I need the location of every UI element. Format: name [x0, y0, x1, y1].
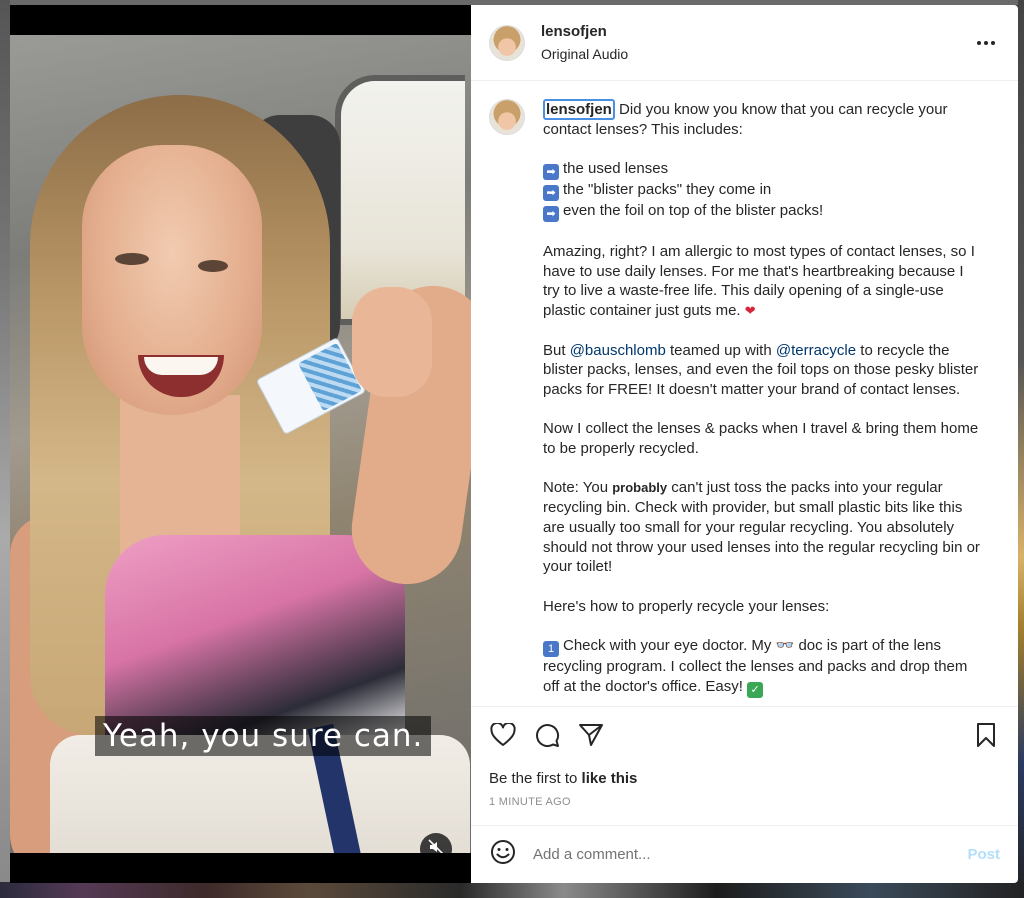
list-item: ➡ even the foil on top of the blister pac…	[543, 201, 983, 223]
comments-section[interactable]: lensofjen Did you know you know that you…	[471, 81, 1018, 706]
comment-input[interactable]	[533, 846, 968, 863]
emoji-icon	[490, 839, 516, 870]
video-frame: Yeah, you sure can.	[10, 35, 471, 853]
post-header-text: lensofjen Original Audio	[541, 22, 628, 64]
check-mark-emoji-icon: ✓	[747, 681, 764, 698]
paragraph-text: teamed up with	[665, 341, 776, 359]
action-icons-row	[489, 721, 1000, 753]
caption-paragraph: Note: You probably can't just toss the p…	[543, 478, 983, 577]
avatar[interactable]	[489, 24, 525, 61]
post-comment-button[interactable]: Post	[967, 846, 1000, 863]
avatar[interactable]	[489, 99, 525, 135]
paragraph-text: Amazing, right? I am allergic to most ty…	[543, 243, 975, 320]
post-actions: Be the first to like this 1 MINUTE AGO	[471, 706, 1018, 825]
broken-heart-emoji-icon: ❤	[744, 303, 756, 319]
comment-icon	[534, 722, 560, 753]
paragraph-text: But	[543, 341, 570, 359]
caption-intro: lensofjen Did you know you know that you…	[543, 99, 983, 140]
original-audio-link[interactable]: Original Audio	[541, 45, 628, 64]
reel-video-player[interactable]: Yeah, you sure can.	[10, 5, 471, 883]
more-options-icon	[976, 33, 996, 51]
bullet-text: the "blister packs" they come in	[563, 181, 772, 199]
like-this-link[interactable]: like this	[582, 770, 638, 787]
arrow-right-emoji-icon: ➡	[543, 185, 559, 202]
person-hand	[352, 287, 432, 397]
bookmark-icon	[975, 722, 997, 753]
share-button[interactable]	[577, 723, 605, 751]
caption-text: lensofjen Did you know you know that you…	[543, 99, 983, 698]
mention-link-bauschlomb[interactable]: @bauschlomb	[570, 342, 666, 359]
caption-paragraph: Amazing, right? I am allergic to most ty…	[543, 242, 983, 321]
arrow-right-emoji-icon: ➡	[543, 206, 559, 223]
backdrop-right	[1018, 0, 1024, 898]
share-icon	[578, 723, 604, 752]
person-eye-right	[198, 260, 228, 272]
caption-step: 1 Check with your eye doctor. My 👓 doc is…	[543, 636, 983, 698]
list-item: ➡ the "blister packs" they come in	[543, 180, 983, 202]
bullet-text: even the foil on top of the blister pack…	[563, 202, 824, 220]
like-button[interactable]	[489, 721, 517, 752]
likes-summary: Be the first to like this	[489, 769, 1000, 789]
comment-button[interactable]	[533, 723, 561, 751]
person-teeth	[144, 357, 218, 375]
heart-icon	[490, 721, 516, 752]
list-item: ➡ the used lenses	[543, 159, 983, 181]
paragraph-text: Note: You	[543, 479, 613, 497]
emoji-picker-button[interactable]	[489, 839, 517, 870]
mention-link-terracycle[interactable]: @terracycle	[776, 342, 856, 359]
paragraph-text: Here's how to properly recycle your lens…	[543, 597, 830, 615]
more-options-button[interactable]	[974, 32, 998, 52]
bullet-text: the used lenses	[563, 160, 669, 178]
caption-paragraph: Here's how to properly recycle your lens…	[543, 597, 983, 617]
save-button[interactable]	[972, 722, 1000, 753]
paragraph-text: Now I collect the lenses & packs when I …	[543, 420, 979, 458]
caption-bullet-list: ➡ the used lenses ➡ the "blister packs" th…	[543, 159, 983, 223]
backdrop-left	[0, 0, 10, 898]
add-comment-bar: Post	[471, 825, 1018, 883]
muted-speaker-icon	[428, 838, 444, 853]
caption-paragraph: Now I collect the lenses & packs when I …	[543, 419, 983, 458]
person-eye-left	[115, 253, 149, 265]
emphasis-text: probably	[612, 480, 668, 496]
arrow-right-emoji-icon: ➡	[543, 164, 559, 181]
post-header: lensofjen Original Audio	[471, 5, 1018, 81]
caption-username-link[interactable]: lensofjen	[543, 99, 615, 120]
caption-paragraph: But @bauschlomb teamed up with @terracyc…	[543, 341, 983, 400]
likes-prefix: Be the first to	[489, 770, 582, 787]
post-timestamp[interactable]: 1 MINUTE AGO	[489, 795, 1000, 825]
post-detail-panel: lensofjen Original Audio lensofjen Did y…	[471, 5, 1018, 883]
video-subtitle: Yeah, you sure can.	[95, 716, 432, 756]
glasses-emoji-icon: 👓	[775, 637, 795, 655]
paragraph-text: Check with your eye doctor. My	[563, 637, 776, 655]
caption-row: lensofjen Did you know you know that you…	[489, 99, 1000, 698]
backdrop-bottom	[0, 882, 1024, 898]
keycap-one-emoji-icon: 1	[543, 641, 559, 658]
header-username[interactable]: lensofjen	[541, 22, 628, 41]
